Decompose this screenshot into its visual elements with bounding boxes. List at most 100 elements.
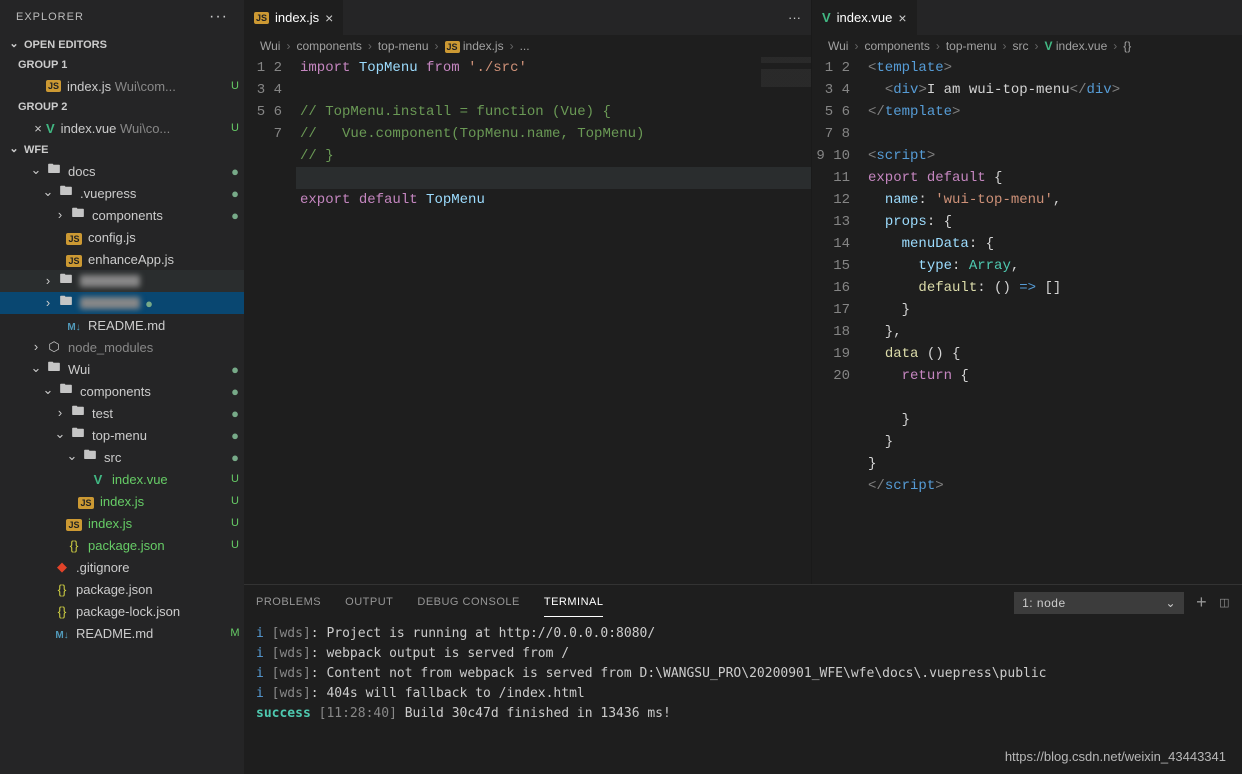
open-editors-list: GROUP 1JSindex.js Wui\com...UGROUP 2×Vin…	[0, 55, 244, 139]
panel-tab-output[interactable]: OUTPUT	[345, 588, 393, 617]
js-icon: JS	[66, 519, 81, 531]
explorer-title: EXPLORER	[16, 11, 84, 23]
open-editors-header[interactable]: ⌄ OPEN EDITORS	[0, 34, 244, 55]
js-icon: JS	[78, 497, 93, 509]
editor-actions-icon[interactable]: ···	[778, 10, 811, 25]
breadcrumb-item[interactable]: components	[296, 39, 361, 53]
editor-right: V index.vue × Wui › components › top-men…	[812, 0, 1242, 584]
code-right[interactable]: <template> <div>I am wui-top-menu</div> …	[868, 57, 1242, 584]
file-item[interactable]: M↓README.md	[0, 314, 244, 336]
json-icon: {}	[58, 604, 67, 619]
tab-index-vue[interactable]: V index.vue ×	[812, 0, 918, 35]
chevron-icon: ⌄	[42, 382, 54, 398]
chevron-down-icon: ⌄	[1166, 596, 1177, 610]
chevron-icon: ⌄	[30, 360, 42, 376]
breadcrumb-left[interactable]: Wui › components › top-menu › JS index.j…	[244, 35, 811, 57]
folder-item[interactable]: ›⬡node_modules	[0, 336, 244, 358]
folder-item[interactable]: ›🖿components●	[0, 204, 244, 226]
folder-icon: 🖿	[46, 358, 62, 380]
tab-bar-right: V index.vue ×	[812, 0, 1242, 35]
minimap[interactable]	[761, 57, 811, 117]
more-icon[interactable]: ···	[209, 8, 228, 26]
json-icon: {}	[70, 538, 79, 553]
file-item[interactable]: JSindex.jsU	[0, 490, 244, 512]
breadcrumb-item[interactable]: ...	[520, 39, 530, 53]
file-item[interactable]: {}package-lock.json	[0, 600, 244, 622]
code-area-right[interactable]: 1 2 3 4 5 6 7 8 9 10 11 12 13 14 15 16 1…	[812, 57, 1242, 584]
plus-icon[interactable]: +	[1196, 592, 1207, 613]
file-item[interactable]: JSenhanceApp.js	[0, 248, 244, 270]
open-editor-item[interactable]: ×Vindex.vue Wui\co...U	[0, 117, 244, 139]
folder-item[interactable]: ›🖿test●	[0, 402, 244, 424]
panel-tab-problems[interactable]: PROBLEMS	[256, 588, 321, 617]
vue-icon: V	[94, 472, 103, 487]
breadcrumb-item[interactable]: components	[864, 39, 929, 53]
breadcrumb-right[interactable]: Wui › components › top-menu › src › V in…	[812, 35, 1242, 57]
close-icon[interactable]: ×	[30, 121, 46, 136]
breadcrumb-item[interactable]: Wui	[828, 39, 848, 53]
breadcrumb-item[interactable]: top-menu	[946, 39, 997, 53]
breadcrumb-item[interactable]: {}	[1123, 39, 1131, 53]
file-item[interactable]: {}package.jsonU	[0, 534, 244, 556]
main-area: JS index.js × ··· Wui › components › top…	[244, 0, 1242, 774]
tab-bar-left: JS index.js × ···	[244, 0, 811, 35]
panel-tab-debug-console[interactable]: DEBUG CONSOLE	[417, 588, 519, 617]
vue-icon: V	[822, 10, 831, 25]
chevron-icon: ⌄	[66, 448, 78, 464]
vue-icon: V	[46, 121, 55, 136]
editor-group-label: GROUP 1	[0, 55, 244, 75]
git-icon: ◆	[57, 559, 67, 574]
open-editor-item[interactable]: JSindex.js Wui\com...U	[0, 75, 244, 97]
file-item[interactable]: JSconfig.js	[0, 226, 244, 248]
file-tree: ⌄🖿docs●⌄🖿.vuepress●›🖿components●JSconfig…	[0, 160, 244, 774]
file-item[interactable]: JSindex.jsU	[0, 512, 244, 534]
folder-item[interactable]: ⌄🖿top-menu●	[0, 424, 244, 446]
folder-item[interactable]: ⌄🖿.vuepress●	[0, 182, 244, 204]
folder-icon: 🖿	[58, 270, 74, 292]
editor-left: JS index.js × ··· Wui › components › top…	[244, 0, 812, 584]
js-icon: JS	[254, 12, 269, 24]
code-area-left[interactable]: 1 2 3 4 5 6 7 import TopMenu from './src…	[244, 57, 811, 584]
file-item[interactable]: Vindex.vueU	[0, 468, 244, 490]
close-icon[interactable]: ×	[898, 10, 906, 26]
js-icon: JS	[66, 255, 81, 267]
explorer-sidebar: EXPLORER ··· ⌄ OPEN EDITORS GROUP 1JSind…	[0, 0, 244, 774]
folder-item[interactable]: ›🖿	[0, 270, 244, 292]
chevron-down-icon: ⌄	[8, 142, 20, 155]
js-icon: JS	[66, 233, 81, 245]
folder-item[interactable]: ›🖿●	[0, 292, 244, 314]
folder-item[interactable]: ⌄🖿src●	[0, 446, 244, 468]
panel-tab-terminal[interactable]: TERMINAL	[544, 588, 604, 617]
chevron-icon: ⌄	[30, 162, 42, 178]
file-item[interactable]: M↓README.mdM	[0, 622, 244, 644]
close-icon[interactable]: ×	[325, 10, 333, 26]
chevron-icon: ›	[54, 207, 66, 222]
bottom-panel: PROBLEMS OUTPUT DEBUG CONSOLE TERMINAL 1: n…	[244, 584, 1242, 774]
editors-split: JS index.js × ··· Wui › components › top…	[244, 0, 1242, 584]
folder-icon: ⬡	[46, 339, 62, 355]
md-icon: M↓	[55, 630, 68, 641]
breadcrumb-item[interactable]: top-menu	[378, 39, 429, 53]
md-icon: M↓	[67, 322, 80, 333]
folder-icon: 🖿	[82, 446, 98, 468]
tab-index-js[interactable]: JS index.js ×	[244, 0, 344, 35]
chevron-down-icon: ⌄	[8, 37, 20, 50]
folder-item[interactable]: ⌄🖿components●	[0, 380, 244, 402]
split-panel-icon[interactable]: ◫	[1219, 596, 1230, 609]
panel-tabs: PROBLEMS OUTPUT DEBUG CONSOLE TERMINAL 1: n…	[244, 585, 1242, 620]
breadcrumb-item[interactable]: Wui	[260, 39, 280, 53]
folder-item[interactable]: ⌄🖿docs●	[0, 160, 244, 182]
code-left[interactable]: import TopMenu from './src' // TopMenu.i…	[300, 57, 811, 584]
terminal-select[interactable]: 1: node⌄	[1014, 592, 1184, 614]
chevron-icon: ›	[42, 273, 54, 288]
breadcrumb-item[interactable]: V index.vue	[1045, 39, 1108, 53]
workspace-header[interactable]: ⌄ WFE	[0, 139, 244, 160]
file-item[interactable]: ◆.gitignore	[0, 556, 244, 578]
watermark: https://blog.csdn.net/weixin_43443341	[1005, 749, 1226, 764]
folder-item[interactable]: ⌄🖿Wui●	[0, 358, 244, 380]
breadcrumb-item[interactable]: JS index.js	[445, 39, 504, 53]
chevron-icon: ⌄	[54, 426, 66, 442]
breadcrumb-item[interactable]: src	[1013, 39, 1029, 53]
folder-icon: 🖿	[70, 424, 86, 446]
file-item[interactable]: {}package.json	[0, 578, 244, 600]
